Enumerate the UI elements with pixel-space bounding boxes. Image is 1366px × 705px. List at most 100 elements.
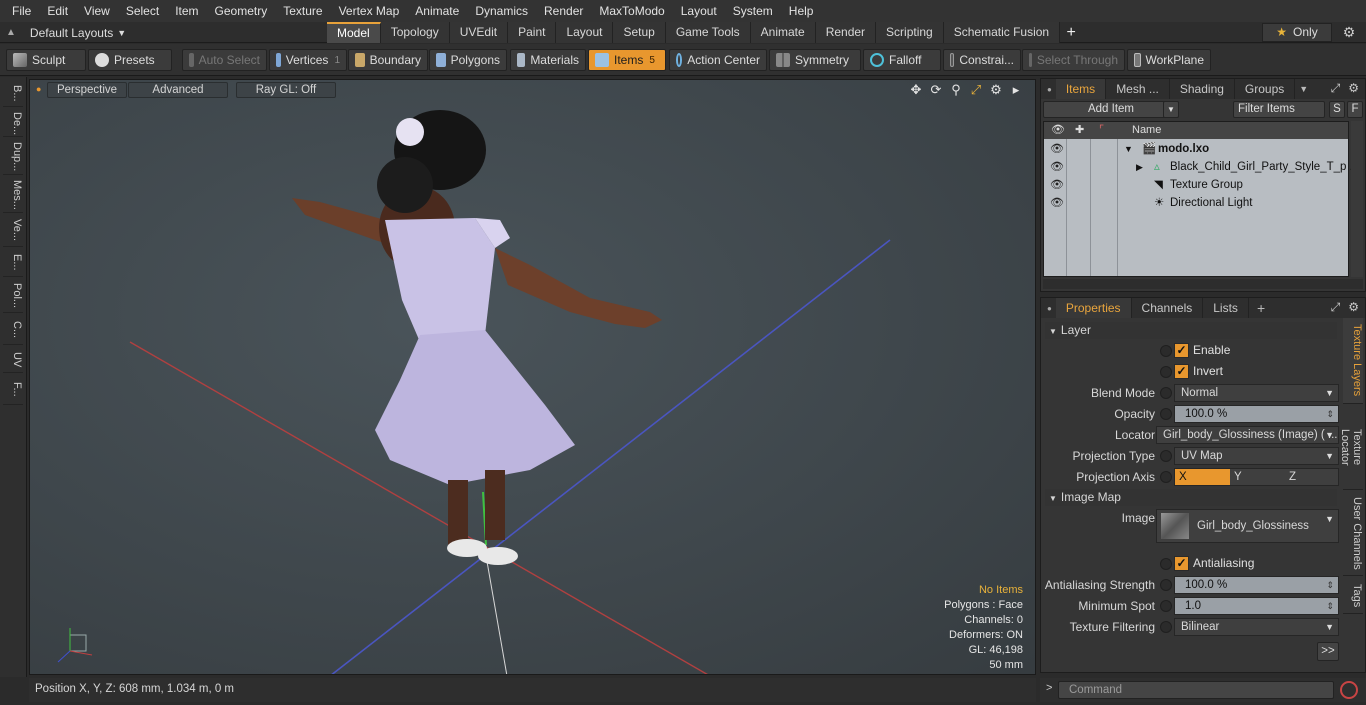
- materials-button[interactable]: Materials: [510, 49, 586, 71]
- add-item-dropdown[interactable]: ▼: [1163, 101, 1179, 118]
- expand-panel-icon[interactable]: ⤢: [1331, 300, 1341, 315]
- add-item-button[interactable]: Add Item: [1043, 101, 1179, 118]
- blend-mode-dropdown[interactable]: Normal ▼: [1174, 384, 1339, 402]
- side-tab-tags[interactable]: Tags: [1343, 578, 1363, 614]
- menu-dynamics[interactable]: Dynamics: [467, 0, 536, 22]
- panel-dot-icon[interactable]: ●: [1047, 85, 1052, 94]
- min-spot-dot[interactable]: [1160, 600, 1172, 612]
- workplane-button[interactable]: WorkPlane: [1127, 49, 1211, 71]
- menu-maxtomodo[interactable]: MaxToModo: [591, 0, 672, 22]
- tab-properties[interactable]: Properties: [1055, 298, 1132, 318]
- left-tab-duplicate[interactable]: Dup...: [3, 139, 23, 175]
- side-tab-texture-layers[interactable]: Texture Layers: [1343, 318, 1363, 404]
- projection-type-dot[interactable]: [1160, 450, 1172, 462]
- viewport-menu-dot[interactable]: ●: [36, 84, 41, 94]
- left-tab-basic[interactable]: B...: [3, 81, 23, 107]
- tree-row-mesh[interactable]: 👁 ▶ ▵ Black_Child_Girl_Party_Style_T_p .…: [1044, 158, 1359, 176]
- expand-panel-icon[interactable]: ⤢: [1331, 81, 1341, 96]
- tab-schematic-fusion[interactable]: Schematic Fusion: [943, 22, 1061, 43]
- auto-select-button[interactable]: Auto Select: [182, 49, 267, 71]
- menu-animate[interactable]: Animate: [407, 0, 467, 22]
- panel-gear-icon[interactable]: ⚙: [1348, 300, 1359, 315]
- f-button[interactable]: F: [1347, 101, 1363, 118]
- raygl-button[interactable]: Ray GL: Off: [236, 82, 336, 98]
- menu-edit[interactable]: Edit: [39, 0, 76, 22]
- left-tab-polygon[interactable]: Pol...: [3, 279, 23, 313]
- tex-filter-dropdown[interactable]: Bilinear ▼: [1174, 618, 1339, 636]
- move-view-icon[interactable]: ✥: [909, 82, 923, 97]
- tab-lists[interactable]: Lists: [1203, 298, 1249, 318]
- tree-row-modo-lxo[interactable]: 👁 ▼ 🎬 modo.lxo: [1044, 140, 1348, 158]
- boundary-button[interactable]: Boundary: [348, 49, 428, 71]
- rotate-view-icon[interactable]: ⟳: [929, 82, 943, 97]
- items-button[interactable]: Items 5: [588, 49, 666, 71]
- eye-icon[interactable]: 👁: [1050, 194, 1064, 212]
- expand-triangle-icon[interactable]: ▶: [1136, 158, 1143, 176]
- maximize-view-icon[interactable]: ⤢: [969, 82, 983, 97]
- left-tab-uv[interactable]: UV: [3, 347, 23, 373]
- stepper-icon[interactable]: ⇕: [1326, 406, 1334, 422]
- items-scrollbar[interactable]: [1351, 121, 1363, 277]
- invert-checkbox[interactable]: ✓: [1174, 364, 1189, 379]
- axis-y-option[interactable]: Y: [1230, 469, 1285, 485]
- invert-dot[interactable]: [1160, 366, 1172, 378]
- left-tab-curve[interactable]: C...: [3, 315, 23, 345]
- menu-texture[interactable]: Texture: [275, 0, 330, 22]
- tab-mesh[interactable]: Mesh ...: [1106, 79, 1170, 99]
- antialiasing-checkbox[interactable]: ✓: [1174, 556, 1189, 571]
- sculpt-button[interactable]: Sculpt: [6, 49, 86, 71]
- expand-triangle-icon[interactable]: ▼: [1124, 140, 1133, 158]
- aa-strength-input[interactable]: 100.0 % ⇕: [1174, 576, 1339, 594]
- tab-model[interactable]: Model: [327, 22, 381, 43]
- tree-row-directional-light[interactable]: 👁 ☀ Directional Light: [1044, 194, 1348, 212]
- constraints-button[interactable]: Constrai...: [943, 49, 1021, 71]
- image-dropdown[interactable]: Girl_body_Glossiness ▼: [1156, 509, 1339, 543]
- menu-vertex-map[interactable]: Vertex Map: [331, 0, 408, 22]
- tab-items[interactable]: Items: [1055, 79, 1107, 99]
- more-button[interactable]: >>: [1317, 642, 1339, 661]
- viewport-settings-icon[interactable]: ⚙: [989, 82, 1003, 97]
- side-tab-texture-locator[interactable]: Texture Locator: [1339, 406, 1363, 490]
- tree-row-texture-group[interactable]: 👁 ◥ Texture Group: [1044, 176, 1348, 194]
- vertices-button[interactable]: Vertices 1: [269, 49, 347, 71]
- only-button[interactable]: ★ Only: [1262, 23, 1332, 42]
- stepper-icon[interactable]: ⇕: [1326, 598, 1334, 614]
- left-tab-deform[interactable]: De...: [3, 109, 23, 137]
- tab-layout[interactable]: Layout: [556, 22, 614, 43]
- polygons-button[interactable]: Polygons: [429, 49, 507, 71]
- zoom-view-icon[interactable]: ⚲: [949, 82, 963, 97]
- gear-icon[interactable]: ⚙: [1340, 24, 1358, 41]
- eye-icon[interactable]: 👁: [1050, 176, 1064, 194]
- axis-x-option[interactable]: X: [1175, 469, 1230, 485]
- opacity-dot[interactable]: [1160, 408, 1172, 420]
- aa-strength-dot[interactable]: [1160, 579, 1172, 591]
- eye-icon[interactable]: 👁: [1050, 140, 1064, 158]
- 3d-viewport[interactable]: ● Perspective Advanced Ray GL: Off ✥ ⟳ ⚲…: [29, 79, 1036, 675]
- blend-mode-dot[interactable]: [1160, 387, 1172, 399]
- tab-paint[interactable]: Paint: [508, 22, 557, 43]
- panel-dot-icon[interactable]: ●: [1047, 304, 1052, 313]
- tex-filter-dot[interactable]: [1160, 621, 1172, 633]
- left-tab-vertex[interactable]: Ve...: [3, 215, 23, 247]
- menu-geometry[interactable]: Geometry: [207, 0, 276, 22]
- antialiasing-dot[interactable]: [1160, 558, 1172, 570]
- locator-dropdown[interactable]: Girl_body_Glossiness (Image) ( ... ▼: [1156, 426, 1339, 444]
- menu-view[interactable]: View: [76, 0, 118, 22]
- opacity-input[interactable]: 100.0 % ⇕: [1174, 405, 1339, 423]
- presets-button[interactable]: Presets: [88, 49, 172, 71]
- tab-shading[interactable]: Shading: [1170, 79, 1235, 99]
- image-map-section-header[interactable]: ▼ Image Map: [1045, 489, 1337, 506]
- menu-system[interactable]: System: [725, 0, 781, 22]
- tab-setup[interactable]: Setup: [613, 22, 666, 43]
- stepper-icon[interactable]: ⇕: [1326, 577, 1334, 593]
- record-macro-icon[interactable]: [1340, 681, 1358, 699]
- perspective-button[interactable]: Perspective: [47, 82, 127, 98]
- tab-render[interactable]: Render: [815, 22, 877, 43]
- add-tab-icon[interactable]: +: [1060, 22, 1082, 43]
- side-tab-user-channels[interactable]: User Channels: [1343, 492, 1363, 576]
- name-column-header[interactable]: Name: [1132, 122, 1161, 139]
- tab-topology[interactable]: Topology: [380, 22, 450, 43]
- tabs-dropdown-icon[interactable]: ▼: [1299, 84, 1308, 94]
- menu-render[interactable]: Render: [536, 0, 591, 22]
- min-spot-input[interactable]: 1.0 ⇕: [1174, 597, 1339, 615]
